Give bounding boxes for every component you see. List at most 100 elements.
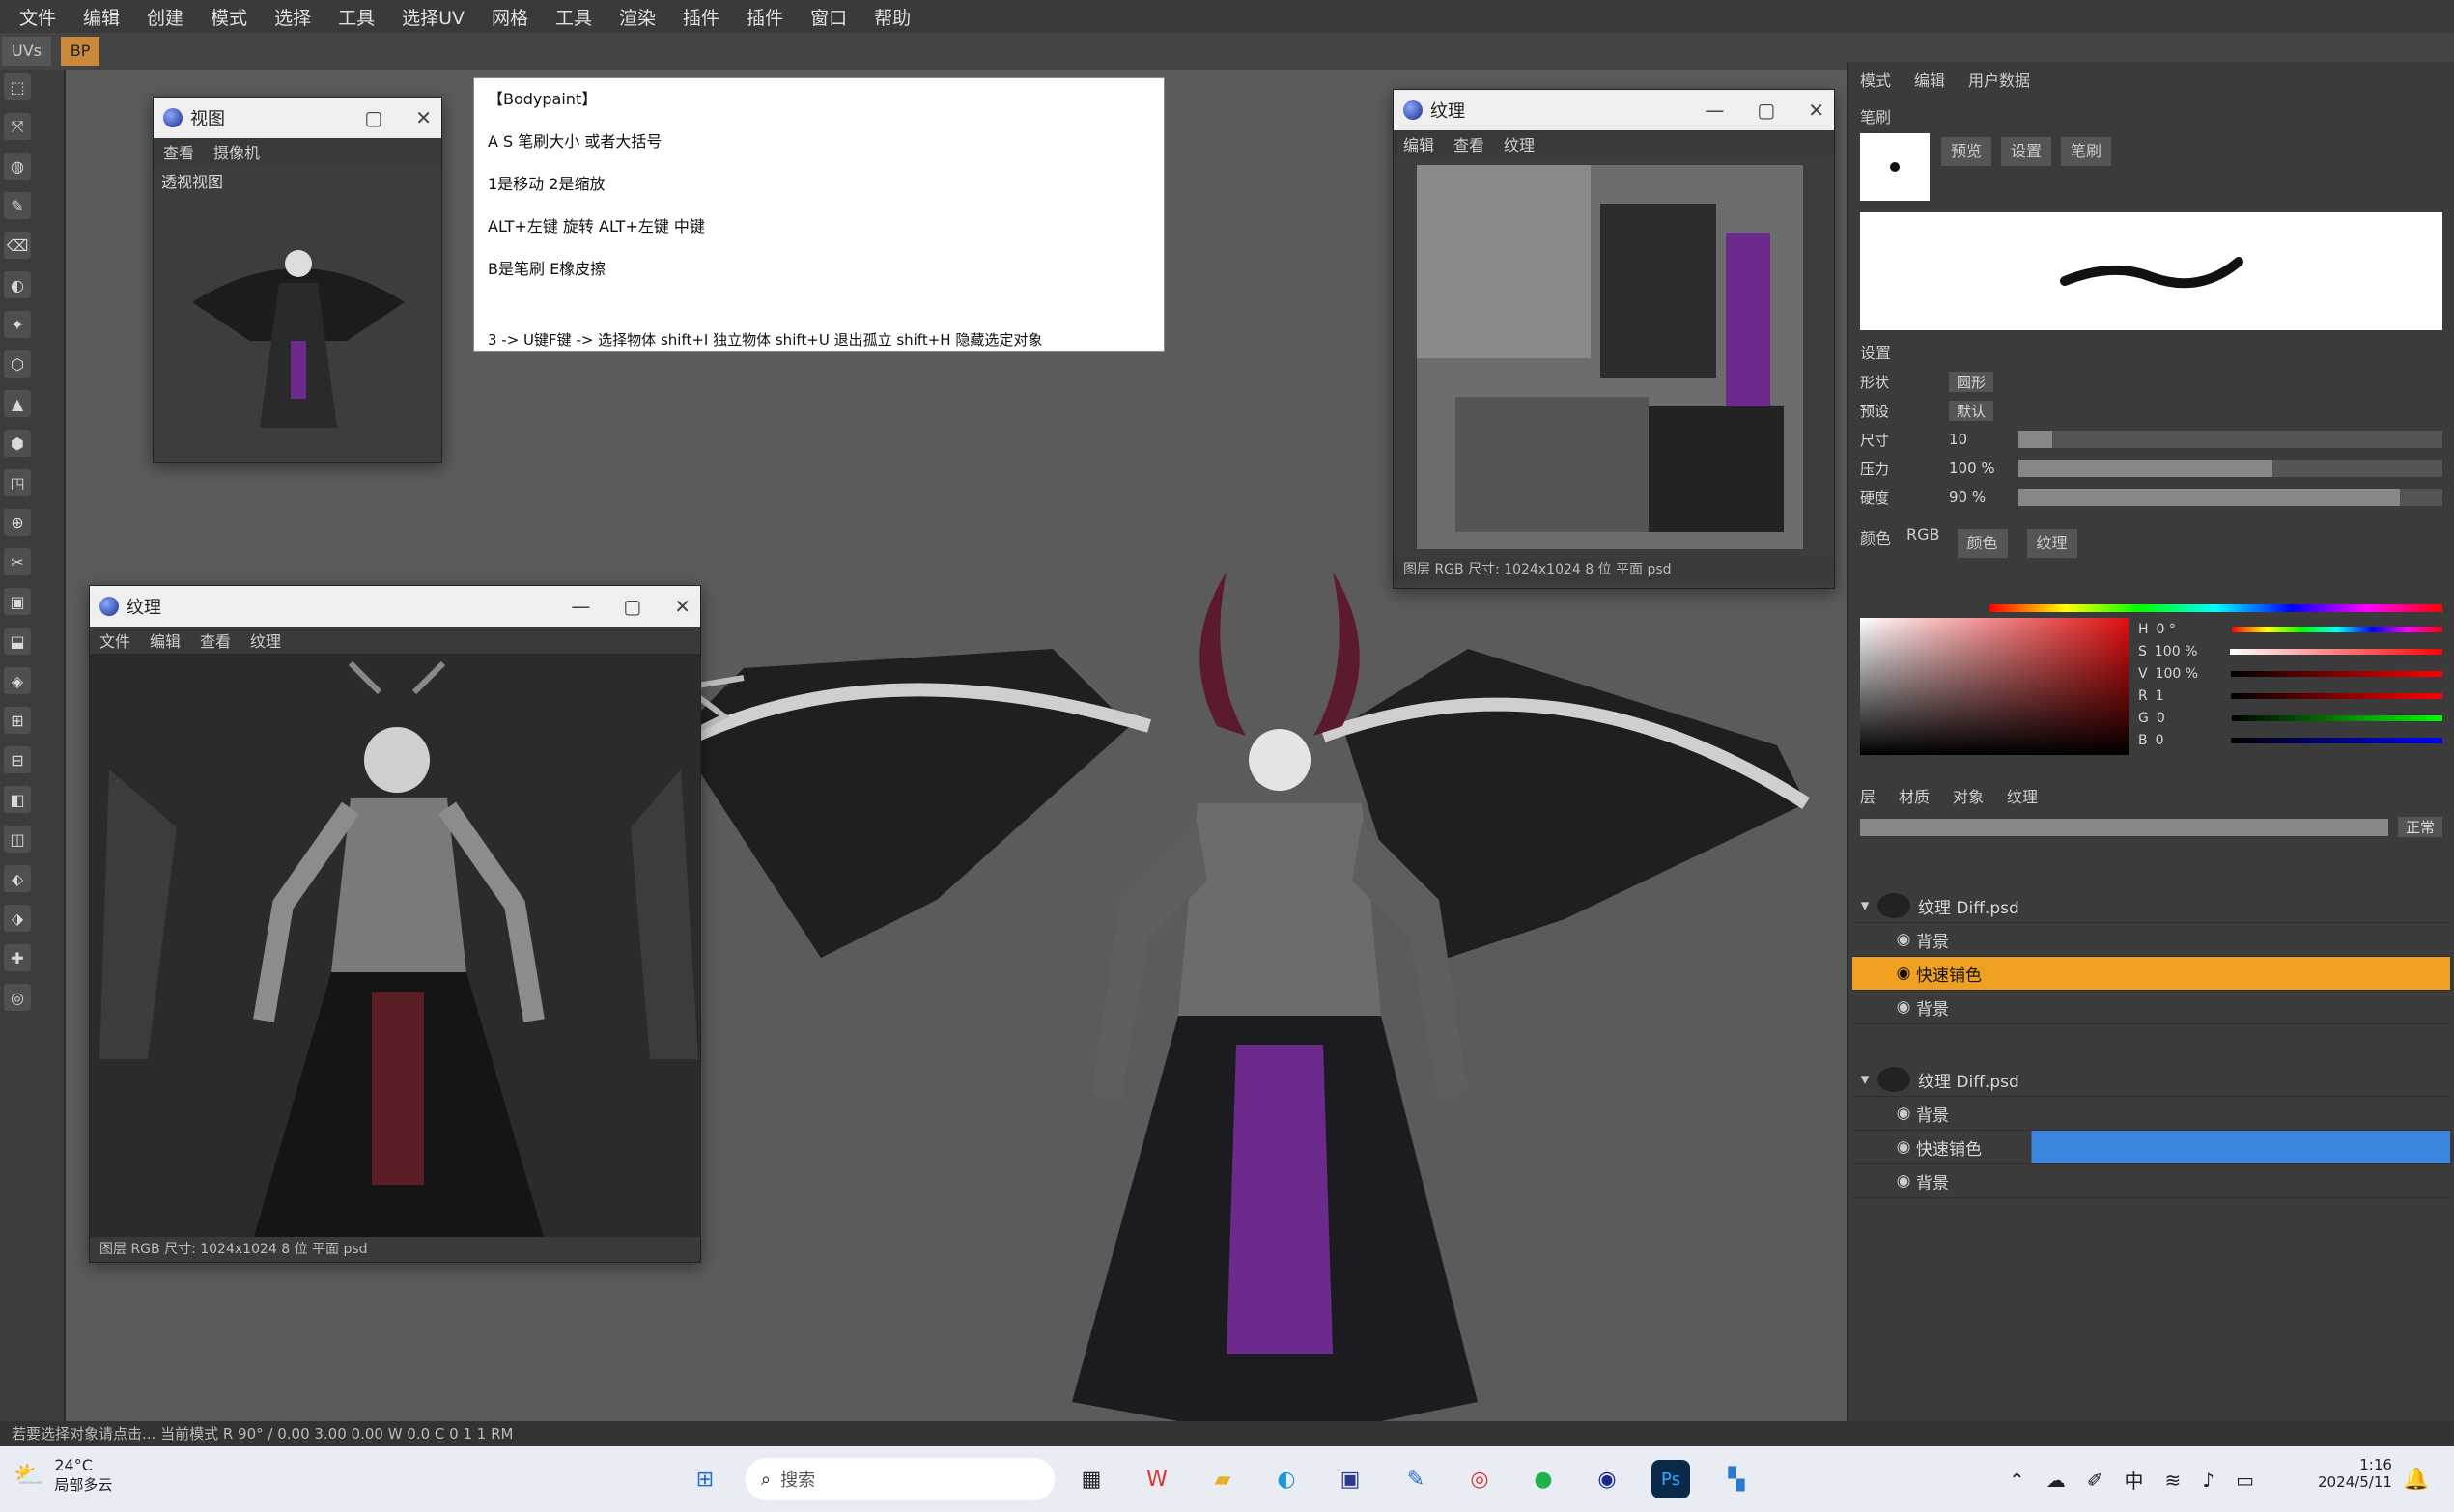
tab-uvs[interactable]: UVs (2, 37, 51, 66)
menu-item[interactable]: 选择 (261, 4, 324, 30)
menu-view[interactable]: 查看 (163, 140, 194, 163)
tab-mode[interactable]: 模式 (1860, 68, 1891, 91)
clock[interactable]: 1:16 2024/5/11 (2318, 1456, 2392, 1491)
menu-item[interactable]: 编辑 (70, 4, 133, 30)
tool-button-icon[interactable]: ◫ (4, 826, 31, 853)
eye-icon[interactable]: ◉ (1891, 1137, 1916, 1157)
wps-icon[interactable]: W (1138, 1460, 1176, 1498)
app-grid-icon[interactable]: ▚ (1717, 1460, 1756, 1498)
notification-bell-icon[interactable]: 🔔 (2397, 1460, 2436, 1498)
menu-item[interactable]: 选择UV (388, 4, 478, 30)
taskbar-search-box[interactable]: ⌕ 搜索 (746, 1458, 1055, 1500)
channel-value[interactable]: 0 (2157, 711, 2224, 726)
channel-slider[interactable] (2229, 648, 2442, 655)
tool-button-icon[interactable]: ⌫ (4, 232, 31, 259)
netease-music-icon[interactable]: ◎ (1460, 1460, 1499, 1498)
pen-icon[interactable]: ✐ (2087, 1469, 2103, 1492)
menu-item[interactable]: 网格 (478, 4, 542, 30)
windows-start-icon[interactable]: ⊞ (686, 1460, 724, 1498)
channel-slider[interactable] (2230, 670, 2442, 677)
opacity-slider[interactable] (1860, 818, 2388, 836)
menu-item[interactable]: 工具 (324, 4, 388, 30)
menu-file[interactable]: 文件 (99, 629, 130, 652)
menu-view[interactable]: 查看 (1453, 132, 1484, 155)
menu-item[interactable]: 插件 (669, 4, 733, 30)
tool-button-icon[interactable]: ⤧ (4, 113, 31, 140)
menu-item[interactable]: 创建 (133, 4, 197, 30)
menu-item[interactable]: 窗口 (797, 4, 860, 30)
tab-bp[interactable]: BP (60, 37, 100, 66)
cinema4d-taskbar-icon[interactable]: ◉ (1588, 1460, 1626, 1498)
layer-row-highlighted[interactable]: ◉ 快速铺色 (1852, 1131, 2450, 1164)
pressure-slider[interactable] (2018, 460, 2442, 477)
color-tab-texture[interactable]: 纹理 (2026, 529, 2077, 558)
pressure-value[interactable]: 100 % (1949, 460, 2007, 477)
tool-button-icon[interactable]: ⊞ (4, 707, 31, 734)
close-icon[interactable]: ✕ (415, 106, 432, 129)
color-picker-square[interactable] (1860, 618, 2129, 755)
menu-item[interactable]: 渲染 (606, 4, 669, 30)
layer-row[interactable]: ◉ 背景 (1852, 923, 2450, 957)
tool-button-icon[interactable]: ◍ (4, 153, 31, 180)
tool-button-icon[interactable]: ⬗ (4, 905, 31, 932)
color-tab-color[interactable]: 颜色 (1957, 529, 2008, 558)
menu-texture[interactable]: 纹理 (1504, 132, 1535, 155)
app-icon[interactable]: ▣ (1331, 1460, 1369, 1498)
battery-icon[interactable]: ▭ (2236, 1469, 2254, 1492)
tool-button-icon[interactable]: ✚ (4, 944, 31, 971)
wechat-icon[interactable]: ● (1524, 1460, 1563, 1498)
eye-icon[interactable]: ◉ (1891, 964, 1916, 983)
hardness-slider[interactable] (2018, 489, 2442, 506)
channel-value[interactable]: 100 % (2156, 666, 2223, 682)
layer-group-row[interactable]: ▾ 纹理 Diff.psd (1852, 1063, 2450, 1097)
weather-widget[interactable]: ⛅ 24°C 局部多云 (14, 1456, 112, 1495)
color-mode[interactable]: RGB (1906, 525, 1940, 562)
menu-edit[interactable]: 编辑 (150, 629, 181, 652)
hue-strip[interactable] (1989, 604, 2442, 612)
perspective-mini-window[interactable]: 视图 ▢ ✕ 查看 摄像机 透视视图 (153, 97, 442, 463)
layer-row[interactable]: ◉ 背景 (1852, 991, 2450, 1024)
tool-button-icon[interactable]: ⬓ (4, 628, 31, 655)
eye-icon[interactable]: ◉ (1891, 997, 1916, 1017)
eye-icon[interactable]: ◉ (1891, 1104, 1916, 1123)
tool-button-icon[interactable]: ⬚ (4, 73, 31, 100)
tool-button-icon[interactable]: ▲ (4, 390, 31, 417)
layer-row-selected[interactable]: ◉ 快速铺色 (1852, 957, 2450, 991)
maximize-icon[interactable]: ▢ (364, 106, 382, 129)
tab-edit[interactable]: 编辑 (1914, 68, 1945, 91)
tab-user-data[interactable]: 用户数据 (1968, 68, 2030, 91)
tool-button-icon[interactable]: ◐ (4, 271, 31, 298)
close-icon[interactable]: ✕ (674, 595, 691, 618)
tab-objects[interactable]: 对象 (1953, 784, 1984, 807)
tool-button-icon[interactable]: ⬡ (4, 350, 31, 378)
layer-row[interactable]: ◉ 背景 (1852, 1164, 2450, 1198)
tool-button-icon[interactable]: ✦ (4, 311, 31, 338)
tool-button-icon[interactable]: ◈ (4, 667, 31, 694)
shape-select[interactable]: 圆形 (1949, 371, 1994, 392)
channel-slider[interactable] (2231, 714, 2442, 721)
tool-button-icon[interactable]: ⊟ (4, 746, 31, 773)
ime-indicator[interactable]: 中 (2125, 1466, 2144, 1494)
menu-camera[interactable]: 摄像机 (213, 140, 260, 163)
minimize-icon[interactable]: — (571, 595, 590, 618)
brush-tab-preview[interactable]: 预览 (1941, 137, 1992, 166)
tab-materials[interactable]: 材质 (1899, 784, 1930, 807)
menu-edit[interactable]: 编辑 (1403, 132, 1434, 155)
brush-tab-settings[interactable]: 设置 (2001, 137, 2052, 166)
photoshop-icon[interactable]: Ps (1651, 1460, 1690, 1498)
tab-textures[interactable]: 纹理 (2007, 784, 2038, 807)
maximize-icon[interactable]: ▢ (623, 595, 641, 618)
preset-select[interactable]: 默认 (1949, 400, 1994, 421)
reference-image-canvas[interactable] (90, 654, 700, 1237)
channel-value[interactable]: 0 (2156, 733, 2223, 748)
task-view-icon[interactable]: ▦ (1072, 1460, 1111, 1498)
volume-icon[interactable]: ♪ (2202, 1469, 2214, 1492)
tool-button-icon[interactable]: ▣ (4, 588, 31, 615)
tool-button-icon[interactable]: ◎ (4, 984, 31, 1011)
size-value[interactable]: 10 (1949, 431, 2007, 448)
size-slider[interactable] (2018, 431, 2442, 448)
hardness-value[interactable]: 90 % (1949, 489, 2007, 506)
tool-button-icon[interactable]: ◳ (4, 469, 31, 496)
channel-slider[interactable] (2230, 737, 2442, 743)
texture-window-left[interactable]: 纹理 — ▢ ✕ 文件 编辑 查看 纹理 图层 RGB 尺寸: 1024x102… (89, 585, 701, 1263)
